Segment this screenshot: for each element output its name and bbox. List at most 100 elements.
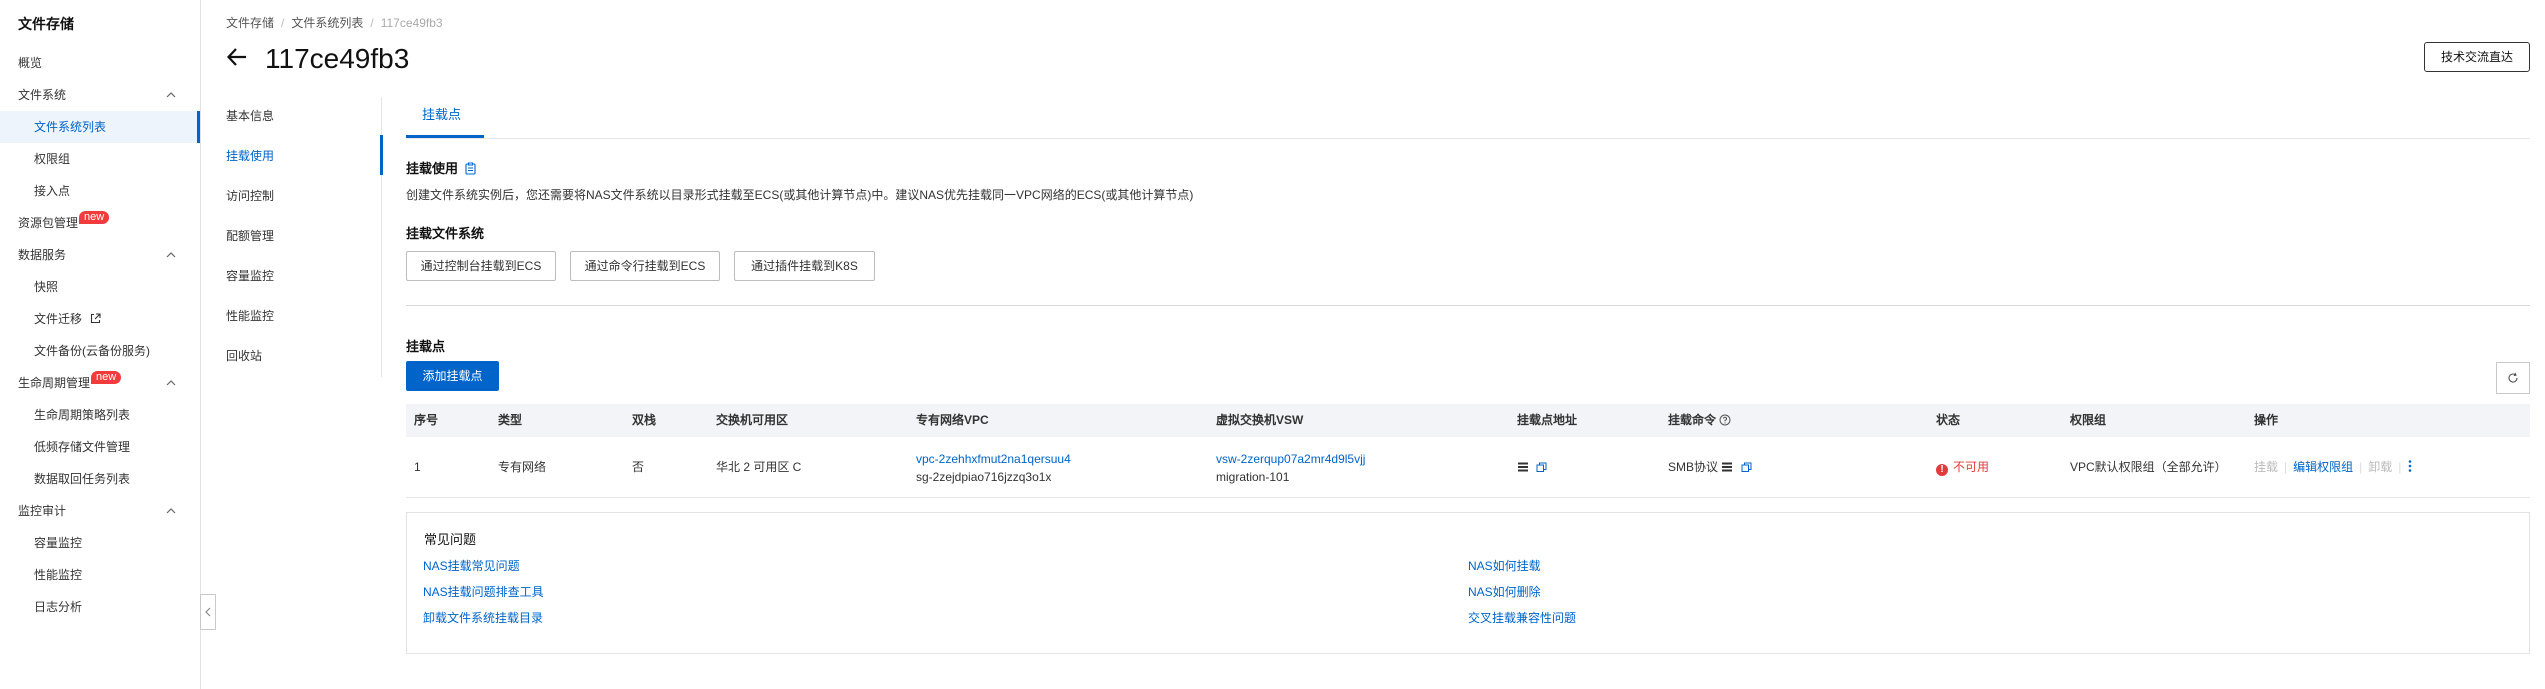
breadcrumb-item-file-storage[interactable]: 文件存储: [226, 16, 274, 30]
sidebar-item-label: 接入点: [34, 184, 71, 198]
sidebar-item-label: 容量监控: [34, 536, 83, 550]
sidebar-item-file-backup[interactable]: 文件备份(云备份服务): [0, 335, 200, 367]
sidebar-item-label: 监控审计: [18, 504, 67, 518]
column-header: 权限组: [2070, 413, 2107, 427]
status-text: 不可用: [1953, 460, 1990, 474]
list-icon[interactable]: [1517, 461, 1529, 473]
breadcrumb: 文件存储 / 文件系统列表/117ce49fb3: [226, 16, 443, 30]
breadcrumb-item-filesystem-list[interactable]: 文件系统列表: [291, 16, 363, 30]
column-header-label: 挂载命令: [1668, 413, 1717, 427]
sidebar-title: 文件存储: [18, 16, 74, 32]
faq-link[interactable]: NAS如何删除: [1468, 583, 1541, 600]
mount-usage-title-text: 挂载使用: [406, 161, 459, 176]
faq-link[interactable]: 卸载文件系统挂载目录: [423, 609, 543, 626]
error-icon: !: [1936, 464, 1948, 476]
faq-link[interactable]: NAS如何挂载: [1468, 557, 1541, 574]
subnav-capacity-monitor[interactable]: 容量监控: [226, 261, 381, 291]
sidebar-item-label: 低频存储文件管理: [34, 440, 131, 454]
sidebar-item-label: 日志分析: [34, 600, 83, 614]
sidebar-item-snapshot[interactable]: 快照: [0, 271, 200, 303]
sidebar-item-label: 文件系统: [18, 88, 67, 102]
subnav-performance-monitor[interactable]: 性能监控: [226, 301, 381, 331]
permission-group-link[interactable]: VPC默认权限组（全部允许）: [2070, 458, 2227, 476]
sidebar-item-label: 性能监控: [34, 568, 83, 582]
tab-active-indicator: [406, 135, 484, 138]
sidebar-item-overview[interactable]: 概览: [0, 47, 200, 79]
cell-index: 1: [414, 460, 421, 474]
faq-panel: 常见问题 NAS挂载常见问题 NAS挂载问题排查工具 卸载文件系统挂载目录 NA…: [406, 512, 2530, 654]
faq-link[interactable]: NAS挂载问题排查工具: [423, 583, 544, 600]
subnav-access-control[interactable]: 访问控制: [226, 181, 381, 211]
column-header: 交换机可用区: [716, 413, 789, 427]
sidebar-item-performance-monitor[interactable]: 性能监控: [0, 559, 200, 591]
cell-mount-address: [1517, 458, 1547, 476]
sidebar-item-label: 文件系统列表: [34, 120, 107, 134]
copy-icon[interactable]: [464, 162, 477, 175]
refresh-button[interactable]: [2496, 362, 2530, 394]
sidebar-item-label: 快照: [34, 280, 59, 294]
sidebar-item-permission-group[interactable]: 权限组: [0, 143, 200, 175]
sidebar-item-lifecycle-policy[interactable]: 生命周期策略列表: [0, 399, 200, 431]
sidebar-item-label: 生命周期管理: [18, 376, 91, 390]
sidebar-group-filesystem[interactable]: 文件系统: [0, 79, 200, 111]
mount-via-console-button[interactable]: 通过控制台挂载到ECS: [406, 251, 556, 281]
cell-mount-command: SMB协议: [1668, 458, 1752, 476]
sidebar-item-file-migration[interactable]: 文件迁移: [0, 303, 200, 335]
mount-action[interactable]: 挂载: [2254, 460, 2278, 474]
sidebar-item-resource-package[interactable]: 资源包管理 new: [0, 207, 200, 239]
page-title: 117ce49fb3: [265, 43, 410, 74]
sidebar-item-log-analysis[interactable]: 日志分析: [0, 591, 200, 623]
sidebar-group-lifecycle[interactable]: 生命周期管理 new: [0, 367, 200, 399]
sidebar-item-label: 概览: [18, 56, 43, 70]
sidebar-item-label: 数据取回任务列表: [34, 472, 131, 486]
list-icon[interactable]: [1721, 461, 1733, 473]
more-options-icon[interactable]: [2407, 459, 2413, 473]
subnav-quota[interactable]: 配额管理: [226, 221, 381, 251]
vsw-id-link[interactable]: vsw-2zerqup07a2mr4d9l5vjj: [1216, 450, 1365, 468]
cell-vsw: vsw-2zerqup07a2mr4d9l5vjj migration-101: [1216, 450, 1365, 486]
faq-link[interactable]: NAS挂载常见问题: [423, 557, 520, 574]
column-header: 状态: [1936, 413, 1961, 427]
mount-via-k8s-plugin-button[interactable]: 通过插件挂载到K8S: [734, 251, 875, 281]
sidebar-item-label: 生命周期策略列表: [34, 408, 131, 422]
subnav-basic-info[interactable]: 基本信息: [226, 101, 381, 131]
unmount-action[interactable]: 卸载: [2368, 460, 2392, 474]
sidebar-collapse-button[interactable]: [200, 594, 216, 630]
copy-icon[interactable]: [1536, 462, 1547, 473]
column-header: 序号: [414, 413, 439, 427]
mount-usage-description: 创建文件系统实例后，您还需要将NAS文件系统以目录形式挂载至ECS(或其他计算节…: [406, 188, 1194, 202]
cell-vpc: vpc-2zehhxfmut2na1qersuu4 sg-2zejdpiao71…: [916, 450, 1071, 486]
vpc-name: sg-2zejdpiao716jzzq3o1x: [916, 470, 1052, 484]
help-icon[interactable]: [1719, 414, 1731, 426]
sidebar-item-retrieval-tasks[interactable]: 数据取回任务列表: [0, 463, 200, 495]
mount-via-cli-button[interactable]: 通过命令行挂载到ECS: [570, 251, 720, 281]
vpc-id-link[interactable]: vpc-2zehhxfmut2na1qersuu4: [916, 450, 1071, 468]
sidebar-group-monitoring[interactable]: 监控审计: [0, 495, 200, 527]
cell-dual-stack: 否: [632, 460, 645, 474]
chevron-up-icon: [166, 508, 176, 514]
sidebar-item-capacity-monitor[interactable]: 容量监控: [0, 527, 200, 559]
external-link-icon: [90, 313, 101, 324]
column-header: 专有网络VPC: [916, 413, 989, 427]
sidebar-item-label: 权限组: [34, 152, 71, 166]
subnav-recycle-bin[interactable]: 回收站: [226, 341, 381, 371]
edit-permission-group-action[interactable]: 编辑权限组: [2293, 460, 2353, 474]
faq-link[interactable]: 交叉挂载兼容性问题: [1468, 609, 1576, 626]
mount-usage-title: 挂载使用: [406, 158, 477, 177]
tab-mount-point[interactable]: 挂载点: [422, 98, 461, 138]
cell-status: ! 不可用: [1936, 458, 1989, 476]
sidebar-group-data-service[interactable]: 数据服务: [0, 239, 200, 271]
back-arrow-icon[interactable]: [226, 46, 248, 68]
copy-icon[interactable]: [1741, 462, 1752, 473]
new-badge: new: [91, 371, 122, 384]
chevron-up-icon: [166, 252, 176, 258]
tech-exchange-button[interactable]: 技术交流直达: [2424, 42, 2530, 72]
sidebar-item-access-point[interactable]: 接入点: [0, 175, 200, 207]
add-mount-point-button[interactable]: 添加挂载点: [406, 361, 499, 391]
sidebar-item-infrequent-files[interactable]: 低频存储文件管理: [0, 431, 200, 463]
cell-type: 专有网络: [498, 460, 547, 474]
cell-actions: 挂载 | 编辑权限组 | 卸载 |: [2254, 458, 2413, 476]
subnav-mount-usage[interactable]: 挂载使用: [226, 141, 381, 171]
faq-title: 常见问题: [424, 532, 477, 547]
sidebar-item-filesystem-list[interactable]: 文件系统列表: [0, 111, 200, 143]
